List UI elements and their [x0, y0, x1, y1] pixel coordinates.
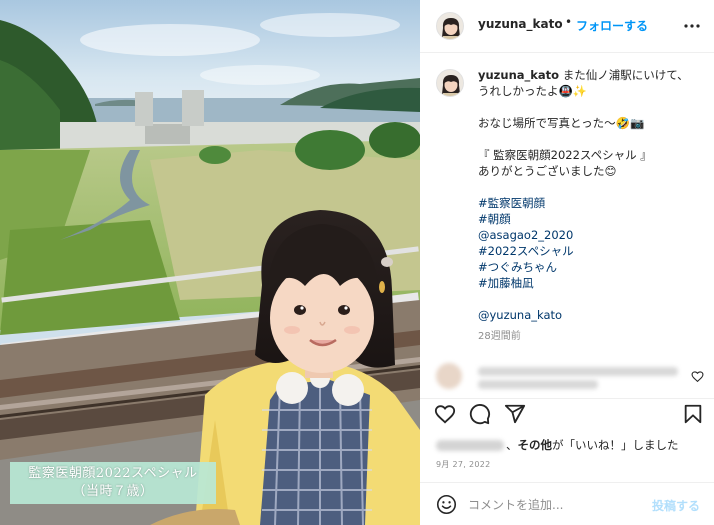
header-username[interactable]: yuzuna_kato — [478, 17, 563, 31]
caption-line: yuzuna_kato また仙ノ浦駅にいけて、 — [478, 67, 703, 83]
likes-summary[interactable]: 、その他が「いいね！」しました — [436, 437, 679, 453]
hashtag-link[interactable]: #加藤柚凪 — [478, 275, 703, 291]
hashtag-link[interactable]: #監察医朝顔 — [478, 195, 703, 211]
comment-icon[interactable] — [469, 403, 491, 425]
caption-text-2: うれしかったよ🚇✨ — [478, 84, 588, 98]
photo-caption-overlay: 監察医朝顔2022スペシャル （当時７歳） — [10, 462, 216, 504]
photo-caption-line1: 監察医朝顔2022スペシャル — [28, 466, 198, 481]
avatar-image — [437, 70, 463, 96]
blurred-text — [478, 367, 678, 376]
heart-icon[interactable] — [434, 403, 456, 425]
blurred-avatar — [436, 363, 462, 389]
post-image — [0, 0, 420, 525]
avatar[interactable] — [436, 12, 464, 40]
likes-prefix: 、 — [506, 438, 518, 452]
bookmark-icon[interactable] — [682, 403, 704, 425]
post-header: yuzuna_kato • フォローする — [420, 0, 714, 53]
post-photo[interactable]: 監察医朝顔2022スペシャル （当時７歳） — [0, 0, 420, 525]
comment-heart-icon[interactable] — [691, 370, 704, 383]
comments-section: yuzuna_kato また仙ノ浦駅にいけて、 うれしかったよ🚇✨ おなじ場所で… — [420, 53, 714, 398]
hashtag-link[interactable]: #朝顔 — [478, 211, 703, 227]
header-separator: • — [565, 15, 573, 29]
follow-button[interactable]: フォローする — [576, 17, 648, 34]
caption-username[interactable]: yuzuna_kato — [478, 68, 559, 82]
post-comment-button[interactable]: 投稿する — [652, 497, 700, 514]
caption-text-4: 『 監察医朝顔2022スペシャル 』 — [478, 148, 652, 162]
avatar-image — [437, 13, 463, 39]
blurred-liker — [436, 440, 504, 451]
caption-timestamp[interactable]: 28週間前 — [478, 329, 703, 345]
blurred-text — [478, 380, 598, 389]
mention-link[interactable]: @yuzuna_kato — [478, 307, 703, 323]
post-actions — [420, 398, 714, 426]
emoji-icon[interactable] — [436, 494, 457, 515]
likes-others[interactable]: その他 — [518, 438, 553, 452]
mention-link[interactable]: @asagao2_2020 — [478, 227, 703, 243]
caption-text-1: また仙ノ浦駅にいけて、 — [562, 68, 689, 82]
hashtag-link[interactable]: #2022スペシャル — [478, 243, 703, 259]
comment-input[interactable] — [468, 495, 638, 515]
share-icon[interactable] — [504, 403, 526, 425]
caption-text-3: おなじ場所で写真とった〜🤣📷 — [478, 116, 645, 130]
caption-text-5: ありがとうございました😊 — [478, 164, 617, 178]
blurred-comment — [436, 361, 706, 391]
comment-bar: 投稿する — [420, 482, 714, 525]
hashtag-link[interactable]: #つぐみちゃん — [478, 259, 703, 275]
post-date[interactable]: 9月 27, 2022 — [436, 459, 491, 470]
photo-caption-line2: （当時７歳） — [72, 484, 154, 499]
post-caption: yuzuna_kato また仙ノ浦駅にいけて、 うれしかったよ🚇✨ おなじ場所で… — [478, 67, 703, 345]
caption-avatar[interactable] — [436, 69, 464, 97]
likes-suffix: が「いいね！」しました — [552, 438, 679, 452]
more-horizontal-icon[interactable] — [682, 16, 702, 36]
post-details-panel: yuzuna_kato • フォローする yuzuna_kato また仙ノ浦駅に… — [420, 0, 714, 525]
